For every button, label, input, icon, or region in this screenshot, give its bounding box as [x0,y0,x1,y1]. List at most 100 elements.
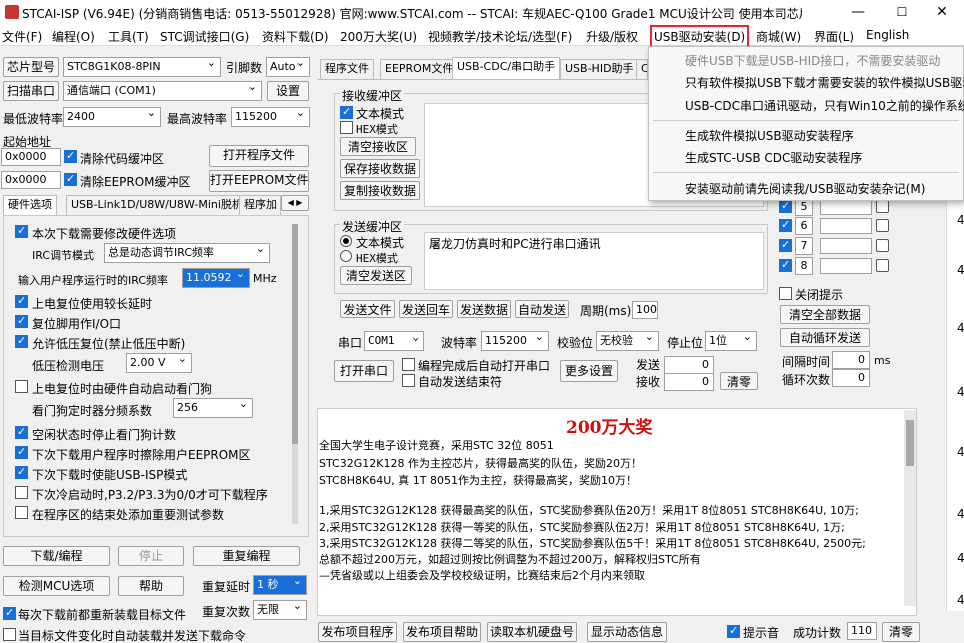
dd-soft-usb-driver[interactable]: 只有软件模拟USB下载才需要安装的软件模拟USB驱动 [685,74,964,91]
multi-send-8-field[interactable] [820,258,872,274]
settings-button[interactable]: 设置 [267,81,309,101]
irc-mode-select[interactable]: 总是动态调节IRC频率 [104,243,270,263]
menu-usb-driver[interactable]: USB驱动安装(D) [650,25,750,48]
publish-program-button[interactable]: 发布项目程序 [318,622,397,642]
multi-send-8-button[interactable]: 8 [795,257,813,275]
close-tip-checkbox[interactable] [779,287,792,300]
auto-end-checkbox[interactable] [402,374,415,387]
menu-program[interactable]: 编程(O) [52,28,95,45]
clear-eeprom-checkbox[interactable] [64,172,77,186]
start-address-1[interactable]: 0x0000 [1,148,61,166]
tab-program-load[interactable]: 程序加 [239,195,281,215]
menu-award[interactable]: 200万大奖(U) [340,28,417,45]
auto-open-checkbox[interactable] [402,358,415,371]
multi-send-6-button[interactable]: 6 [795,217,813,235]
open-port-button[interactable]: 打开串口 [334,360,394,382]
help-button[interactable]: 帮助 [118,576,184,596]
send-hex-radio[interactable] [340,250,352,262]
menu-tools[interactable]: 工具(T) [108,28,149,45]
modify-hw-checkbox[interactable] [15,224,28,238]
lvr-checkbox[interactable] [15,334,28,348]
close-button[interactable]: ✕ [920,0,964,24]
tab-program-file[interactable]: 程序文件 [320,59,374,79]
usb-isp-checkbox[interactable] [15,465,28,479]
stop-button[interactable]: 停止 [118,546,184,566]
interval-field[interactable]: 0 [832,351,870,369]
dd-cdc-driver[interactable]: USB-CDC串口通讯驱动，只有Win10之前的操作系统 [685,97,964,114]
repeat-count-select[interactable]: 无限 [253,600,307,620]
p32-p33-checkbox[interactable] [15,486,28,499]
menu-upgrade[interactable]: 升级/版权 [586,28,638,45]
min-baud-select[interactable]: 2400 [63,107,161,127]
irc-freq-select[interactable]: 11.0592 [182,268,250,288]
menu-shop[interactable]: 商城(W) [756,28,801,45]
scan-port-button[interactable]: 扫描串口 [3,81,59,101]
show-info-button[interactable]: 显示动态信息 [587,622,667,642]
chip-model-button[interactable]: 芯片型号 [3,57,59,77]
recv-text-checkbox[interactable] [340,105,353,119]
dd-gen-cdc[interactable]: 生成STC-USB CDC驱动安装程序 [685,149,862,166]
com-port-select[interactable]: COM1 [364,331,424,351]
tab-usb-link[interactable]: USB-Link1D/U8W/U8W-Mini脱机 [66,195,248,215]
reload-each-checkbox[interactable] [3,606,16,620]
dd-gen-soft-usb[interactable]: 生成软件模拟USB驱动安装程序 [685,127,854,144]
multi-send-6-field[interactable] [820,218,872,234]
wdt-divider-select[interactable]: 256 [173,398,253,418]
send-text-radio[interactable] [340,235,352,247]
repeat-delay-select[interactable]: 1 秒 [253,575,307,595]
test-params-checkbox[interactable] [15,506,28,519]
tab-serial-assistant[interactable]: USB-CDC/串口助手 [452,57,561,79]
multi-send-6-checkbox[interactable] [779,218,792,232]
clear-all-button[interactable]: 清空全部数据 [780,305,870,324]
stop-bits-select[interactable]: 1位 [705,331,757,351]
pins-select[interactable]: Auto [266,57,310,77]
multi-send-8-hex[interactable] [876,259,889,272]
port-select[interactable]: 通信端口 (COM1) [63,81,262,101]
dd-read-me[interactable]: 安装驱动前请先阅读我/USB驱动安装杂记(M) [685,180,925,197]
tab-hid-assistant[interactable]: USB-HID助手 [560,59,639,79]
multi-send-6-hex[interactable] [876,219,889,232]
send-data-button[interactable]: 发送数据 [457,300,511,318]
multi-send-8-checkbox[interactable] [779,258,792,272]
save-receive-button[interactable]: 保存接收数据 [340,159,420,178]
tab-hardware-options[interactable]: 硬件选项 [3,195,57,215]
more-settings-button[interactable]: 更多设置 [560,360,618,382]
clear-send-button[interactable]: 清空发送区 [340,266,412,285]
max-baud-select[interactable]: 115200 [231,107,310,127]
wdt-auto-start-checkbox[interactable] [15,380,28,393]
period-field[interactable]: 100 [632,301,658,319]
info-scroll-thumb[interactable] [906,420,914,466]
menu-file[interactable]: 文件(F) [2,28,42,45]
multi-send-7-field[interactable] [820,238,872,254]
lvd-select[interactable]: 2.00 V [126,353,192,373]
auto-send-button[interactable]: 自动发送 [515,300,569,318]
reset-pin-io-checkbox[interactable] [15,314,28,328]
menu-video[interactable]: 视频教学/技术论坛/选型(F) [428,28,572,45]
options-scroll-thumb[interactable] [292,224,298,444]
minimize-button[interactable]: — [836,0,880,24]
multi-send-7-checkbox[interactable] [779,238,792,252]
clear-counts-button[interactable]: 清零 [720,372,758,390]
parity-select[interactable]: 无校验 [596,331,659,351]
download-button[interactable]: 下载/编程 [3,546,110,566]
open-program-button[interactable]: 打开程序文件 [209,145,309,167]
idle-wdt-stop-checkbox[interactable] [15,425,28,439]
maximize-button[interactable]: ☐ [880,0,924,24]
start-address-2[interactable]: 0x0000 [1,171,61,189]
repeat-program-button[interactable]: 重复编程 [193,546,300,566]
menu-docs[interactable]: 资料下载(D) [262,28,329,45]
multi-send-5-checkbox[interactable] [779,199,792,213]
send-file-button[interactable]: 发送文件 [340,300,395,318]
send-text-area[interactable]: 屠龙刀仿真时和PC进行串口通讯 [424,232,764,290]
multi-send-7-button[interactable]: 7 [795,237,813,255]
tab-eeprom-file[interactable]: EEPROM文件 [380,59,459,79]
send-enter-button[interactable]: 发送回车 [399,300,453,318]
recv-hex-checkbox[interactable] [340,121,353,134]
open-eeprom-button[interactable]: 打开EEPROM文件 [209,170,309,192]
clear-code-checkbox[interactable] [64,149,77,163]
copy-receive-button[interactable]: 复制接收数据 [340,181,420,200]
beep-checkbox[interactable] [727,624,740,638]
read-disk-button[interactable]: 读取本机硬盘号 [487,622,577,642]
erase-eeprom-checkbox[interactable] [15,445,28,459]
multi-send-5-field[interactable] [820,199,872,215]
